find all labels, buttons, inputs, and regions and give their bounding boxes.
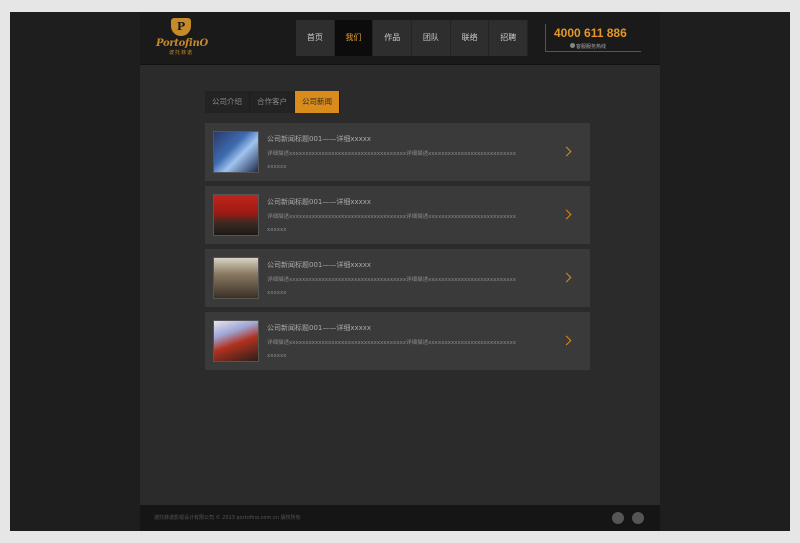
tab-company-intro[interactable]: 公司介绍 xyxy=(205,91,250,113)
hotline-caption: 客服服务热线 xyxy=(576,44,607,50)
news-title: 公司新闻标题001——详细xxxxx xyxy=(267,324,372,332)
news-item[interactable]: 公司新闻标题001——详细xxxxx 详细描述xxxxxxxxxxxxxxxxx… xyxy=(205,186,590,244)
page-container: P PortofinO 波托菲诺 首页 我们 作品 团队 联络 招聘 4000 … xyxy=(140,12,660,531)
phone-icon xyxy=(570,43,575,48)
footer: 波托菲诺影视设计有限公司 © 2013 portofino.com.cn 版权所… xyxy=(140,505,660,531)
nav-item-home[interactable]: 首页 xyxy=(296,20,335,56)
news-description: 详细描述xxxxxxxxxxxxxxxxxxxxxxxxxxxxxxxxxxxx… xyxy=(267,277,517,296)
copyright-text: 波托菲诺影视设计有限公司 © 2013 portofino.com.cn 版权所… xyxy=(154,515,301,521)
news-thumbnail xyxy=(213,131,259,173)
news-item[interactable]: 公司新闻标题001——详细xxxxx 详细描述xxxxxxxxxxxxxxxxx… xyxy=(205,249,590,307)
hotline-number: 4000 611 886 xyxy=(554,26,627,40)
logo[interactable]: P PortofinO 波托菲诺 xyxy=(156,18,208,60)
news-title: 公司新闻标题001——详细xxxxx xyxy=(267,135,372,143)
news-thumbnail xyxy=(213,257,259,299)
nav-item-contact[interactable]: 联络 xyxy=(450,20,490,56)
tab-company-news[interactable]: 公司新闻 xyxy=(295,91,340,113)
hotline: 4000 611 886 客服服务热线 xyxy=(545,24,641,52)
nav-item-jobs[interactable]: 招聘 xyxy=(489,20,529,56)
nav-item-about[interactable]: 我们 xyxy=(334,20,374,56)
news-item[interactable]: 公司新闻标题001——详细xxxxx 详细描述xxxxxxxxxxxxxxxxx… xyxy=(205,312,590,370)
news-thumbnail xyxy=(213,320,259,362)
nav-item-team[interactable]: 团队 xyxy=(412,20,451,56)
news-item[interactable]: 公司新闻标题001——详细xxxxx 详细描述xxxxxxxxxxxxxxxxx… xyxy=(205,123,590,181)
chevron-right-icon[interactable] xyxy=(561,209,572,220)
news-description: 详细描述xxxxxxxxxxxxxxxxxxxxxxxxxxxxxxxxxxxx… xyxy=(267,151,517,170)
logo-brand: PortofinO xyxy=(156,38,208,49)
logo-mark: P xyxy=(171,18,191,36)
news-description: 详细描述xxxxxxxxxxxxxxxxxxxxxxxxxxxxxxxxxxxx… xyxy=(267,340,517,359)
news-title: 公司新闻标题001——详细xxxxx xyxy=(267,198,372,206)
wechat-icon[interactable] xyxy=(632,512,644,524)
section-tabs: 公司介绍 合作客户 公司新闻 xyxy=(205,91,340,113)
news-list: 公司新闻标题001——详细xxxxx 详细描述xxxxxxxxxxxxxxxxx… xyxy=(205,123,590,375)
logo-subtitle: 波托菲诺 xyxy=(168,50,193,56)
tab-clients[interactable]: 合作客户 xyxy=(250,91,295,113)
nav-item-works[interactable]: 作品 xyxy=(373,20,413,56)
news-title: 公司新闻标题001——详细xxxxx xyxy=(267,261,372,269)
header: P PortofinO 波托菲诺 首页 我们 作品 团队 联络 招聘 4000 … xyxy=(140,12,660,65)
chevron-right-icon[interactable] xyxy=(561,272,572,283)
chevron-right-icon[interactable] xyxy=(561,335,572,346)
weibo-icon[interactable] xyxy=(612,512,624,524)
news-description: 详细描述xxxxxxxxxxxxxxxxxxxxxxxxxxxxxxxxxxxx… xyxy=(267,214,517,233)
main-nav: 首页 我们 作品 团队 联络 招聘 xyxy=(296,20,529,56)
page-frame: P PortofinO 波托菲诺 首页 我们 作品 团队 联络 招聘 4000 … xyxy=(10,12,790,531)
chevron-right-icon[interactable] xyxy=(561,146,572,157)
news-thumbnail xyxy=(213,194,259,236)
